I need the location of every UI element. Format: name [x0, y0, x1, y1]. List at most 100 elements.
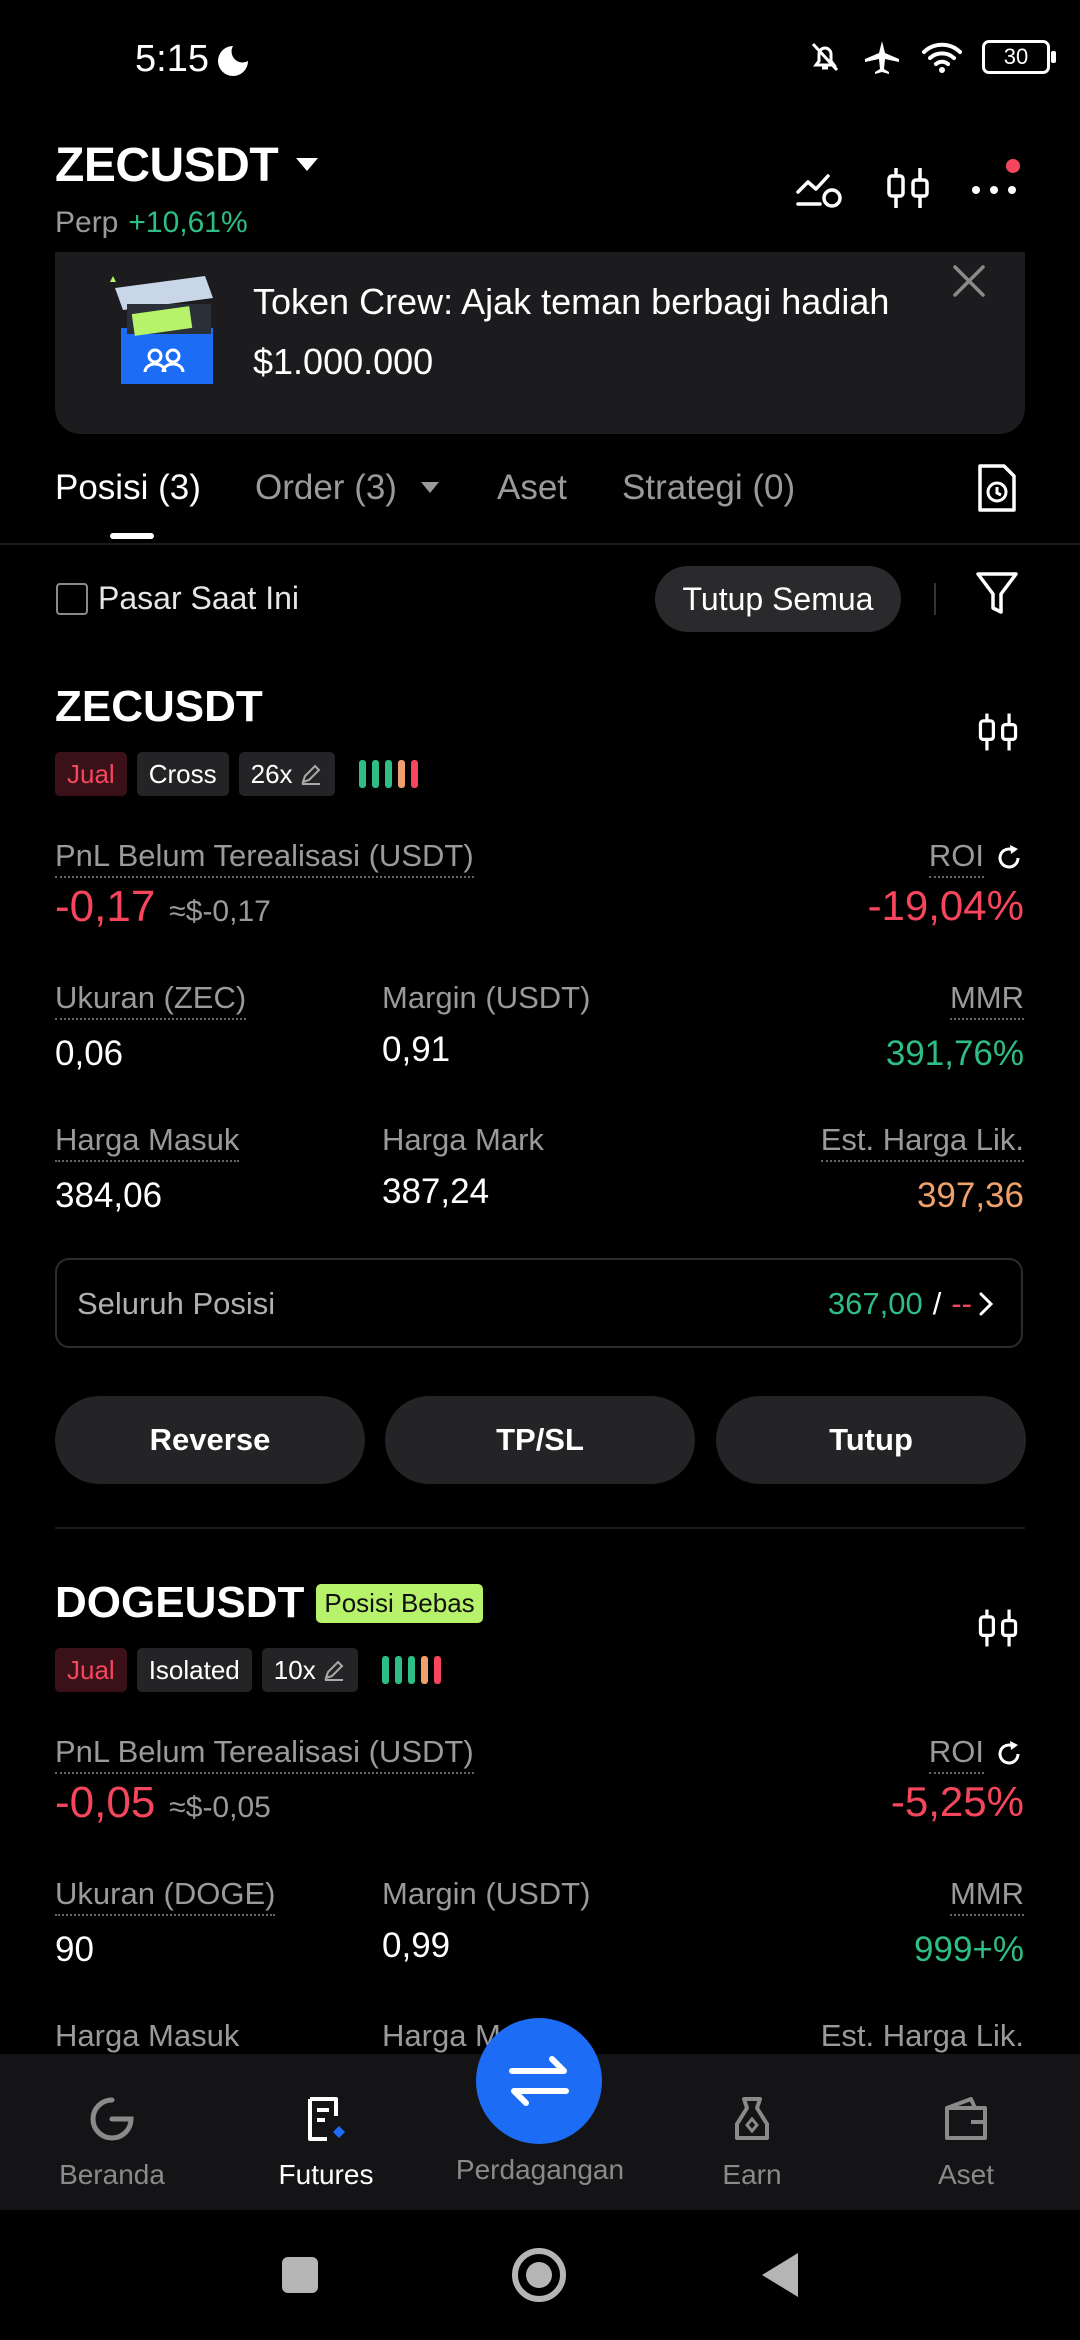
tab-strategy[interactable]: Strategi (0): [622, 468, 795, 508]
recent-apps-icon[interactable]: [280, 2255, 320, 2295]
position-tags: Jual Cross 26x: [55, 752, 418, 796]
mark-price-value: 387,24: [382, 1172, 490, 1211]
roi-header[interactable]: ROI: [928, 838, 1024, 878]
nav-futures-label: Futures: [278, 2159, 374, 2190]
active-tab-indicator: [110, 533, 154, 539]
margin-label: Margin (USDT): [382, 980, 591, 1015]
close-all-button[interactable]: Tutup Semua: [655, 566, 901, 632]
margin-value: 0,99: [382, 1926, 451, 1965]
whole-position-label: Seluruh Posisi: [77, 1286, 276, 1321]
swap-arrows-icon: [509, 2056, 569, 2106]
nav-home[interactable]: Beranda: [12, 2094, 212, 2191]
divider: [0, 543, 1080, 545]
leverage-tag[interactable]: 10x: [261, 1648, 358, 1692]
pnl-label[interactable]: PnL Belum Terealisasi (USDT): [55, 838, 474, 878]
refresh-icon[interactable]: [994, 1739, 1024, 1769]
roi-label[interactable]: ROI: [928, 1734, 984, 1774]
chevron-down-icon[interactable]: [296, 158, 318, 171]
position-symbol[interactable]: DOGEUSDT: [55, 1578, 304, 1628]
nav-assets[interactable]: Aset: [866, 2094, 1066, 2191]
history-icon[interactable]: [974, 462, 1020, 514]
pnl-label[interactable]: PnL Belum Terealisasi (USDT): [55, 1734, 474, 1774]
chevron-down-icon[interactable]: [421, 482, 439, 493]
candlestick-chart-icon[interactable]: [974, 1602, 1022, 1654]
leverage-value: 26x: [250, 758, 293, 789]
size-label[interactable]: Ukuran (DOGE): [55, 1876, 276, 1916]
price-change: +10,61%: [128, 206, 248, 239]
earn-icon: [735, 2097, 769, 2140]
pnl-row: -0,17 ≈$-0,17: [55, 882, 271, 932]
mmr-label[interactable]: MMR: [949, 1876, 1024, 1916]
liq-price-value: 397,36: [916, 1176, 1024, 1215]
gift-box-icon: [110, 276, 213, 384]
side-tag: Jual: [55, 1648, 127, 1692]
close-position-button[interactable]: Tutup: [716, 1396, 1026, 1484]
filter-icon[interactable]: [974, 568, 1020, 618]
size-label[interactable]: Ukuran (ZEC): [55, 980, 247, 1020]
trade-fab[interactable]: [476, 2018, 602, 2144]
banner-text[interactable]: Token Crew: Ajak teman berbagi hadiah $1…: [253, 272, 893, 392]
tab-orders[interactable]: Order (3): [255, 468, 397, 508]
refresh-icon[interactable]: [994, 843, 1024, 873]
candlestick-chart-icon[interactable]: [882, 162, 934, 214]
mmr-value: 391,76%: [885, 1034, 1024, 1073]
nav-trade-label: Perdagangan: [455, 2154, 625, 2185]
status-time: 5:15: [135, 38, 209, 80]
whole-position-value-group: 367,00 / --: [828, 1286, 972, 1322]
size-value: 90: [55, 1930, 94, 1969]
wallet-icon: [945, 2097, 987, 2140]
margin-mode-tag: Cross: [136, 752, 229, 796]
nav-home-label: Beranda: [59, 2159, 165, 2190]
mark-price-label: Harga Mark: [382, 1122, 544, 1157]
home-button-icon[interactable]: [510, 2246, 568, 2304]
size-value: 0,06: [55, 1034, 124, 1073]
back-icon[interactable]: [758, 2250, 802, 2300]
contract-info: Perp +10,61%: [55, 206, 248, 240]
position-title-row: DOGEUSDT Posisi Bebas: [55, 1578, 483, 1628]
edit-icon[interactable]: [299, 762, 323, 786]
entry-price-label[interactable]: Harga Masuk: [55, 1122, 240, 1162]
current-market-checkbox[interactable]: [56, 583, 88, 615]
roi-label[interactable]: ROI: [928, 838, 984, 878]
pnl-value: -0,17: [55, 882, 156, 931]
divider: [55, 1527, 1025, 1529]
divider: [934, 583, 936, 615]
tab-assets[interactable]: Aset: [497, 468, 567, 508]
whole-position-separator: /: [932, 1286, 942, 1321]
do-not-disturb-icon: [218, 46, 248, 76]
current-market-label[interactable]: Pasar Saat Ini: [98, 580, 299, 617]
trend-alert-icon[interactable]: [794, 162, 846, 214]
entry-price-label[interactable]: Harga Masuk: [55, 2018, 240, 2058]
pnl-usd-value: ≈$-0,05: [169, 1791, 271, 1824]
futures-icon: [308, 2097, 345, 2141]
nav-futures[interactable]: Futures: [226, 2094, 426, 2191]
liq-price-label[interactable]: Est. Harga Lik.: [820, 1122, 1024, 1162]
mmr-label[interactable]: MMR: [949, 980, 1024, 1020]
nav-assets-label: Aset: [937, 2159, 995, 2190]
symbol-selector[interactable]: ZECUSDT: [55, 138, 279, 193]
wifi-icon: [922, 42, 962, 73]
leverage-tag[interactable]: 26x: [238, 752, 335, 796]
airplane-icon: [865, 41, 899, 74]
tpsl-button[interactable]: TP/SL: [385, 1396, 695, 1484]
liq-price-label[interactable]: Est. Harga Lik.: [820, 2018, 1024, 2058]
chevron-right-icon[interactable]: [976, 1290, 996, 1318]
reverse-button[interactable]: Reverse: [55, 1396, 365, 1484]
candlestick-chart-icon[interactable]: [974, 706, 1022, 758]
leverage-value: 10x: [273, 1654, 316, 1685]
pnl-value: -0,05: [55, 1778, 156, 1827]
margin-label: Margin (USDT): [382, 1876, 591, 1911]
whole-position-value: 367,00: [827, 1286, 923, 1321]
position-symbol[interactable]: ZECUSDT: [55, 682, 263, 732]
nav-trade[interactable]: Perdagangan: [440, 2154, 640, 2186]
risk-level-bars: [358, 760, 418, 788]
nav-earn[interactable]: Earn: [652, 2094, 852, 2191]
roi-header[interactable]: ROI: [928, 1734, 1024, 1774]
close-icon[interactable]: [950, 262, 988, 300]
side-tag: Jual: [55, 752, 127, 796]
pnl-row: -0,05 ≈$-0,05: [55, 1778, 271, 1828]
bell-muted-icon: [811, 42, 839, 72]
free-position-badge: Posisi Bebas: [316, 1583, 483, 1623]
edit-icon[interactable]: [322, 1658, 346, 1682]
tab-positions[interactable]: Posisi (3): [55, 468, 201, 508]
